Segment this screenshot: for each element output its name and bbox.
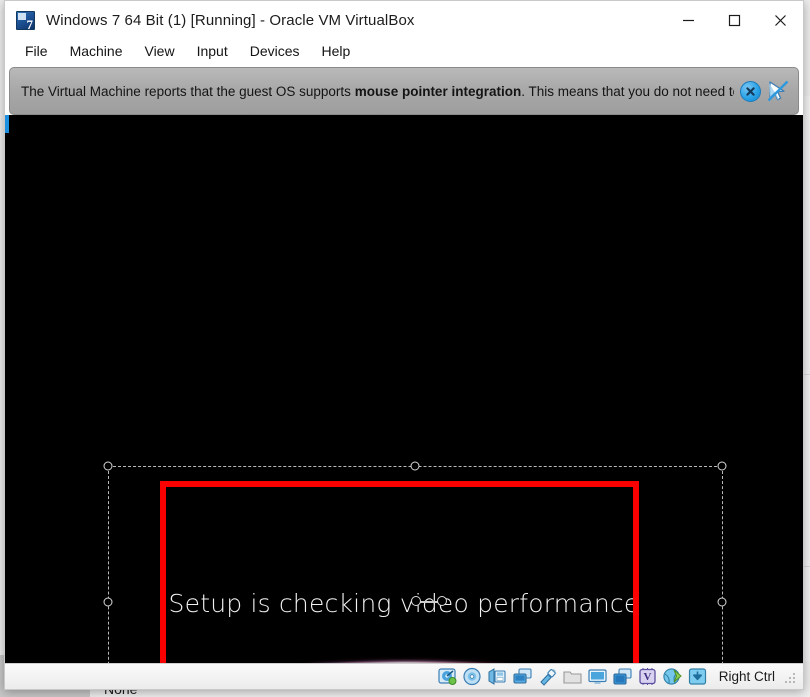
- windows7-vm-icon: [16, 10, 35, 31]
- window-controls: [665, 1, 803, 39]
- hard-disk-icon[interactable]: [437, 667, 458, 686]
- maximize-button[interactable]: [711, 1, 757, 39]
- menu-item-input[interactable]: Input: [186, 41, 239, 61]
- minimize-button[interactable]: [665, 1, 711, 39]
- vm-display[interactable]: Setup is checking video performance: [5, 115, 803, 663]
- remote-desktop-icon[interactable]: [662, 667, 683, 686]
- display-icon[interactable]: [587, 667, 608, 686]
- host-key-label: Right Ctrl: [718, 669, 775, 684]
- svg-text:V: V: [643, 671, 651, 683]
- host-key-icon[interactable]: [687, 667, 708, 686]
- menu-item-view[interactable]: View: [133, 41, 185, 61]
- virtualbox-window: Windows 7 64 Bit (1) [Running] - Oracle …: [4, 0, 804, 690]
- focus-accent: [5, 115, 9, 133]
- selection-handle-top-left[interactable]: [103, 461, 113, 471]
- window-title: Windows 7 64 Bit (1) [Running] - Oracle …: [46, 11, 415, 29]
- maximize-icon: [728, 14, 740, 26]
- usb-icon[interactable]: [537, 667, 558, 686]
- menu-item-help[interactable]: Help: [311, 41, 362, 61]
- notification-text-after: . This means that you do not need to: [521, 83, 734, 99]
- floppy-drive-icon[interactable]: [487, 667, 508, 686]
- title-bar[interactable]: Windows 7 64 Bit (1) [Running] - Oracle …: [5, 1, 803, 39]
- notification-bar: The Virtual Machine reports that the gue…: [9, 67, 799, 115]
- highlight-rectangle: [160, 481, 639, 663]
- notification-text-emphasis: mouse pointer integration: [354, 83, 522, 99]
- video-capture-icon[interactable]: [612, 667, 633, 686]
- close-button[interactable]: [757, 1, 803, 39]
- selection-handle-top-center[interactable]: [410, 461, 420, 471]
- selection-edge-right: [722, 466, 723, 663]
- status-bar: V Right Ctrl: [5, 663, 803, 689]
- notification-message: The Virtual Machine reports that the gue…: [21, 84, 734, 99]
- selection-handle-top-right[interactable]: [717, 461, 727, 471]
- network-icon[interactable]: [512, 667, 533, 686]
- resize-grip[interactable]: [785, 671, 797, 683]
- selection-handle-middle-left[interactable]: [103, 597, 113, 607]
- menu-item-devices[interactable]: Devices: [239, 41, 311, 61]
- selection-edge-left: [108, 466, 109, 663]
- menu-bar: File Machine View Input Devices Help: [5, 39, 803, 64]
- shared-folders-icon[interactable]: [562, 667, 583, 686]
- close-icon: [774, 14, 786, 26]
- menu-item-file[interactable]: File: [14, 41, 59, 61]
- mouse-pointer-disabled-icon[interactable]: [766, 80, 790, 103]
- optical-drive-icon[interactable]: [462, 667, 483, 686]
- guest-additions-icon[interactable]: V: [637, 667, 658, 686]
- notification-text-before: The Virtual Machine reports that the gue…: [21, 83, 355, 99]
- minimize-icon: [682, 19, 694, 21]
- menu-item-machine[interactable]: Machine: [59, 41, 134, 61]
- close-circle-icon[interactable]: [740, 80, 761, 102]
- selection-handle-middle-right[interactable]: [717, 597, 727, 607]
